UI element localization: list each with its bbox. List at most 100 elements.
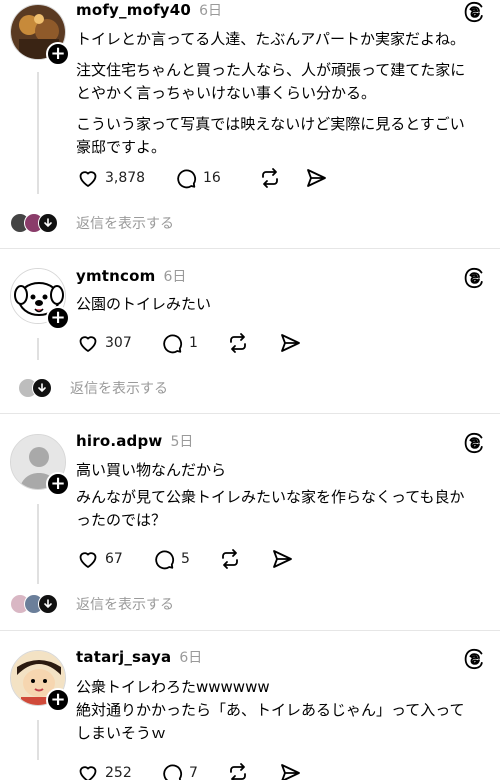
comment-bubble-icon (177, 169, 197, 189)
timestamp: 6日 (179, 650, 203, 666)
post-actions: 307 1 (76, 330, 302, 356)
post-header: hiro.adpw 5日 (76, 431, 193, 453)
post-line: 公園のトイレみたい (76, 295, 212, 313)
arrow-down-icon (38, 594, 58, 614)
arrow-down-icon (38, 213, 58, 233)
repost-button[interactable] (226, 331, 278, 355)
thread-line (37, 504, 39, 584)
post-line: 注文住宅ちゃんと買った人なら、人が頑張って建てた家に (76, 61, 466, 79)
username[interactable]: ymtncom (76, 267, 155, 285)
comment-count: 1 (189, 335, 198, 351)
heart-icon (79, 336, 97, 352)
like-button[interactable]: 3,878 (76, 166, 174, 190)
comment-button[interactable]: 5 (152, 547, 218, 571)
comment-button[interactable]: 1 (160, 331, 226, 355)
thread-line (37, 720, 39, 760)
post-text: 高い買い物なんだから みんなが見て公衆トイレみたいな家を作らなくっても良か った… (76, 459, 486, 532)
repost-button[interactable] (226, 761, 278, 780)
post-header: ymtncom 6日 (76, 266, 186, 288)
follow-plus-icon[interactable]: + (46, 688, 70, 712)
comment-count: 5 (181, 551, 190, 567)
post-text: 公衆トイレわろたwwwwww 絶対通りかかったら「あ、トイレあるじゃん」って入っ… (76, 676, 486, 745)
comment-button[interactable]: 7 (160, 761, 226, 780)
send-icon (281, 334, 300, 352)
threads-logo-icon[interactable] (462, 266, 486, 290)
divider (0, 630, 500, 631)
post-line: トイレとか言ってる人達、たぶんアパートか実家だよね。 (76, 30, 465, 48)
send-icon (281, 764, 300, 780)
username[interactable]: hiro.adpw (76, 432, 162, 450)
send-icon (273, 550, 292, 568)
post-line: 絶対通りかかったら「あ、トイレあるじゃん」って入って (76, 701, 465, 719)
post-line: 公衆トイレわろたwwwwww (76, 678, 270, 696)
view-replies-label[interactable]: 返信を表示する (76, 213, 174, 233)
repost-icon (230, 763, 246, 780)
arrow-down-icon (32, 378, 52, 398)
username[interactable]: mofy_mofy40 (76, 1, 191, 19)
send-icon (307, 169, 326, 187)
timestamp: 5日 (170, 434, 194, 450)
repost-icon (230, 333, 246, 353)
avatar-tatarj[interactable]: + (10, 650, 70, 712)
post-text: 公園のトイレみたい (76, 293, 486, 316)
timestamp: 6日 (199, 3, 222, 19)
like-count: 252 (105, 765, 132, 780)
username[interactable]: tatarj_saya (76, 648, 171, 666)
post-actions: 252 7 (76, 760, 302, 780)
comment-bubble-icon (163, 764, 183, 780)
like-count: 67 (105, 551, 123, 567)
like-count: 307 (105, 335, 132, 351)
post-line: ったのでは？ (76, 511, 167, 529)
repost-icon (222, 549, 238, 569)
post-line: しまいそうｗ (76, 724, 167, 742)
share-button[interactable] (270, 547, 294, 571)
comment-bubble-icon (163, 334, 183, 354)
thread-line (37, 72, 39, 194)
threads-logo-icon[interactable] (462, 431, 486, 455)
repost-button[interactable] (258, 166, 304, 190)
post-line: こういう家って写真では映えないけど実際に見るとすごい (76, 115, 465, 133)
timestamp: 6日 (163, 269, 187, 285)
like-button[interactable]: 67 (76, 547, 152, 571)
post-line: みんなが見て公衆トイレみたいな家を作らなくっても良か (76, 488, 465, 506)
like-button[interactable]: 252 (76, 761, 160, 780)
threads-logo-icon[interactable] (462, 0, 486, 24)
follow-plus-icon[interactable]: + (46, 472, 70, 496)
view-replies[interactable]: 返信を表示する (10, 211, 174, 235)
view-replies-label[interactable]: 返信を表示する (76, 594, 174, 614)
view-replies[interactable]: 返信を表示する (18, 376, 168, 400)
share-button[interactable] (278, 761, 302, 780)
post-header: mofy_mofy40 6日 (76, 0, 222, 22)
share-button[interactable] (304, 166, 328, 190)
post-line: とやかく言っちゃいけない事くらい分かる。 (76, 84, 377, 102)
comment-bubble-icon (155, 550, 175, 570)
heart-icon (79, 766, 97, 780)
avatar-mofy[interactable]: + (10, 4, 70, 66)
heart-icon (79, 552, 97, 568)
comment-button[interactable]: 16 (174, 166, 258, 190)
follow-plus-icon[interactable]: + (46, 42, 70, 66)
post-line: 高い買い物なんだから (76, 461, 227, 479)
avatar-hiro[interactable]: + (10, 434, 70, 496)
heart-icon (79, 171, 97, 187)
share-button[interactable] (278, 331, 302, 355)
repost-button[interactable] (218, 547, 270, 571)
follow-plus-icon[interactable]: + (46, 306, 70, 330)
post-line: 豪邸ですよ。 (76, 138, 167, 156)
post-actions: 3,878 16 (76, 165, 328, 191)
post-header: tatarj_saya 6日 (76, 647, 202, 669)
repost-icon (262, 168, 278, 188)
like-button[interactable]: 307 (76, 331, 160, 355)
view-replies[interactable]: 返信を表示する (10, 592, 174, 616)
divider (0, 413, 500, 414)
threads-logo-icon[interactable] (462, 647, 486, 671)
post-text: トイレとか言ってる人達、たぶんアパートか実家だよね。 注文住宅ちゃんと買った人な… (76, 28, 486, 159)
comment-count: 16 (203, 170, 221, 186)
view-replies-label[interactable]: 返信を表示する (70, 378, 168, 398)
divider (0, 248, 500, 249)
post-actions: 67 5 (76, 546, 294, 572)
thread-line (37, 338, 39, 360)
avatar-ymtncom[interactable]: + (10, 268, 70, 330)
comment-count: 7 (189, 765, 198, 780)
like-count: 3,878 (105, 170, 146, 186)
